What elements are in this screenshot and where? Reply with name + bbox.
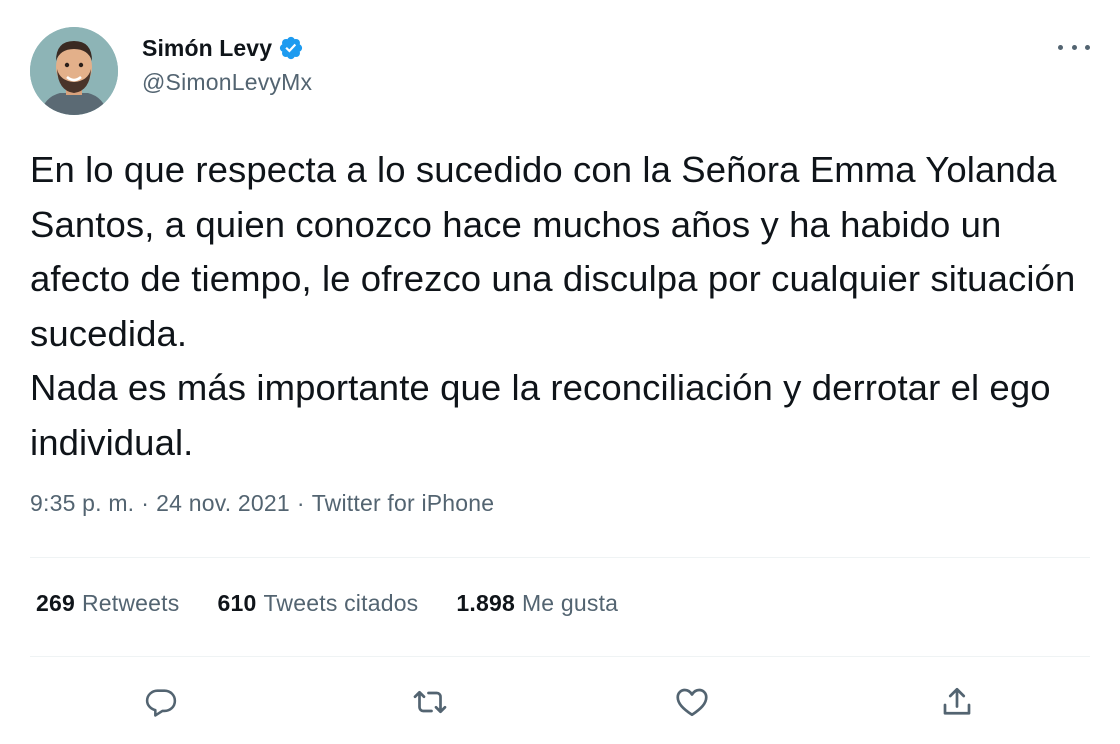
- like-icon: [676, 688, 708, 717]
- cartoon-avatar-icon: [30, 27, 118, 115]
- retweets-label: Retweets: [81, 590, 180, 616]
- name-row: Simón Levy: [142, 33, 312, 63]
- user-handle[interactable]: @SimonLevyMx: [142, 69, 312, 96]
- like-button[interactable]: [670, 680, 714, 724]
- quotes-label: Tweets citados: [263, 590, 419, 616]
- action-bar: [0, 680, 1120, 724]
- quotes-count: 610: [217, 590, 257, 616]
- display-name[interactable]: Simón Levy: [142, 35, 272, 62]
- divider: [30, 557, 1090, 558]
- tweet-meta: 9:35 p. m. · 24 nov. 2021 · Twitter for iPho…: [30, 490, 494, 517]
- more-options-icon[interactable]: [1058, 36, 1090, 58]
- reply-icon: [145, 689, 177, 717]
- tweet-stats: 269 Retweets 610 Tweets citados 1.898 Me gu…: [36, 590, 656, 617]
- quotes-stat[interactable]: 610 Tweets citados: [217, 590, 418, 617]
- verified-badge-icon: [278, 35, 304, 61]
- retweet-icon: [413, 690, 447, 714]
- likes-count: 1.898: [456, 590, 515, 616]
- share-icon: [943, 687, 971, 715]
- likes-label: Me gusta: [521, 590, 619, 616]
- divider: [30, 656, 1090, 657]
- retweet-button[interactable]: [408, 680, 452, 724]
- meta-separator: ·: [296, 490, 305, 516]
- tweet-date[interactable]: 24 nov. 2021: [156, 490, 290, 516]
- tweet-paragraph: En lo que respecta a lo sucedido con la …: [30, 149, 1076, 354]
- share-button[interactable]: [935, 680, 979, 724]
- retweets-count: 269: [36, 590, 75, 616]
- tweet-paragraph: Nada es más importante que la reconcilia…: [30, 367, 1051, 463]
- avatar[interactable]: [30, 27, 118, 115]
- reply-button[interactable]: [139, 680, 183, 724]
- tweet-time[interactable]: 9:35 p. m.: [30, 490, 134, 516]
- retweets-stat[interactable]: 269 Retweets: [36, 590, 179, 617]
- likes-stat[interactable]: 1.898 Me gusta: [456, 590, 618, 617]
- tweet-source[interactable]: Twitter for iPhone: [312, 490, 495, 516]
- tweet-card: Simón Levy @SimonLevyMx En lo que respec…: [0, 0, 1120, 744]
- author-block: Simón Levy @SimonLevyMx: [142, 33, 312, 96]
- meta-separator: ·: [141, 490, 150, 516]
- tweet-text: En lo que respecta a lo sucedido con la …: [30, 143, 1100, 470]
